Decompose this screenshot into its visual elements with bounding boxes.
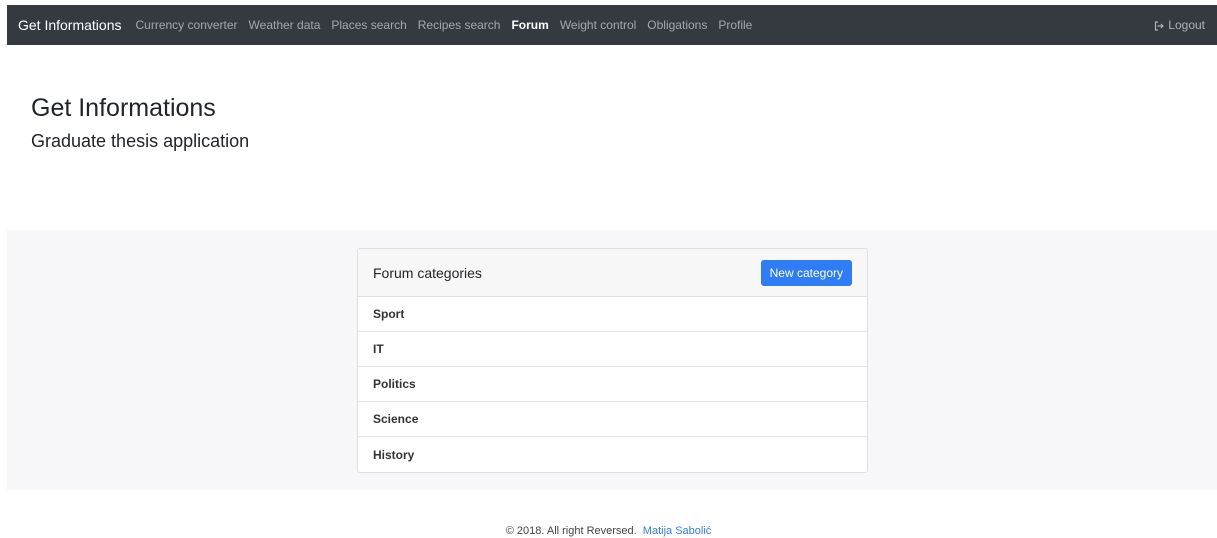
sign-out-icon [1154,20,1165,31]
nav-link-obligations[interactable]: Obligations [647,18,707,32]
nav-link-recipes-search[interactable]: Recipes search [418,18,501,32]
footer-copyright: © 2018. All right Reversed. [505,525,637,537]
category-list: Sport IT Politics Science History [358,297,867,472]
category-item-science[interactable]: Science [358,402,867,437]
nav-link-currency-converter[interactable]: Currency converter [136,18,238,32]
hero-section: Get Informations Graduate thesis applica… [31,93,249,152]
new-category-button[interactable]: New category [760,259,852,286]
nav-links: Currency converter Weather data Places s… [136,18,1155,32]
category-item-history[interactable]: History [358,437,867,472]
nav-link-forum[interactable]: Forum [511,18,548,32]
top-navbar: Get Informations Currency converter Weat… [7,5,1217,45]
page-subtitle: Graduate thesis application [31,131,250,151]
card-title: Forum categories [373,264,482,281]
card-header: Forum categories New category [358,249,867,297]
page-title: Get Informations [31,94,216,122]
logout-link[interactable]: Logout [1154,18,1205,32]
footer-author-link[interactable]: Matija Sabolić [643,525,711,537]
nav-link-weight-control[interactable]: Weight control [560,18,636,32]
logout-label: Logout [1168,18,1205,32]
nav-link-weather-data[interactable]: Weather data [249,18,321,32]
navbar-brand[interactable]: Get Informations [18,17,122,33]
nav-link-profile[interactable]: Profile [718,18,752,32]
category-item-it[interactable]: IT [358,332,867,367]
nav-link-places-search[interactable]: Places search [331,18,406,32]
footer: © 2018. All right Reversed. Matija Sabol… [0,525,1217,537]
category-item-politics[interactable]: Politics [358,367,867,402]
category-item-sport[interactable]: Sport [358,297,867,332]
forum-categories-card: Forum categories New category Sport IT P… [357,248,868,473]
